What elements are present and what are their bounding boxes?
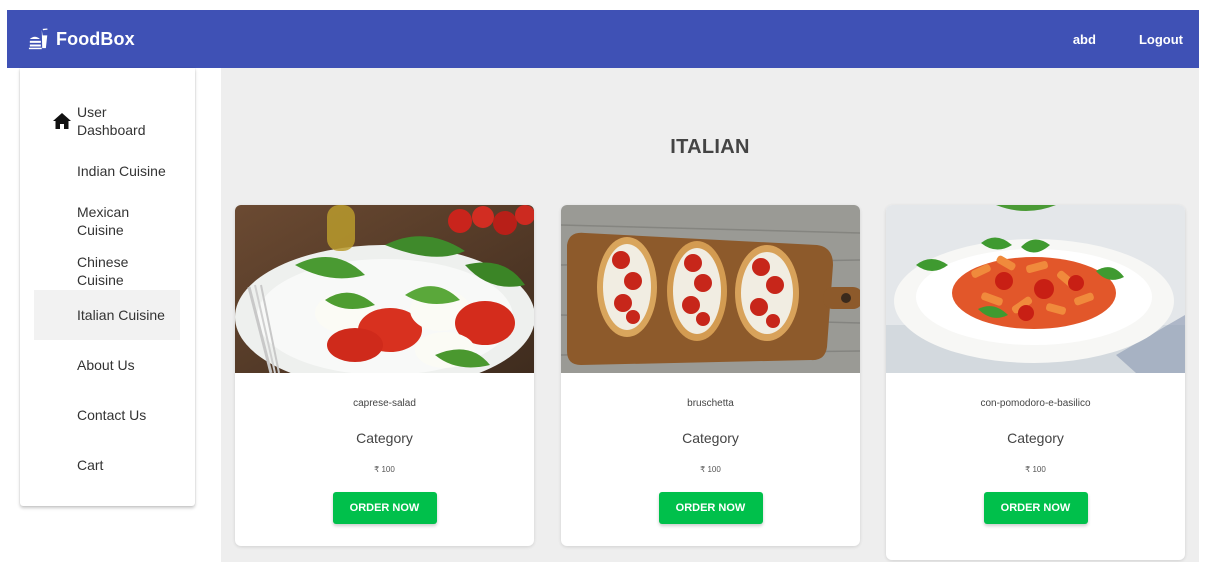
bruschetta-image [561, 205, 860, 373]
sidebar-item-label: User Dashboard [77, 104, 146, 138]
dish-name: con-pomodoro-e-basilico [980, 398, 1091, 409]
product-card: con-pomodoro-e-basilico Category ₹ 100 O… [886, 205, 1185, 560]
page-title: ITALIAN [670, 136, 750, 158]
order-now-button[interactable]: ORDER NOW [983, 492, 1088, 524]
brand-name: FoodBox [56, 28, 135, 49]
sidebar-item-user-dashboard[interactable]: User Dashboard [34, 96, 180, 146]
app-bar: FoodBox abd Logout [7, 10, 1199, 68]
sidebar-item-label: Cart [77, 457, 104, 473]
sidebar-item-label: Chinese Cuisine [77, 254, 129, 288]
sidebar-item-label: Indian Cuisine [77, 163, 166, 179]
sidebar-item-cart[interactable]: Cart [34, 440, 180, 490]
dish-category: Category [1007, 430, 1064, 446]
sidebar-item-label: Contact Us [77, 407, 147, 423]
sidebar-item-mexican-cuisine[interactable]: Mexican Cuisine [34, 196, 180, 246]
dish-price: ₹ 100 [700, 465, 721, 474]
pasta-image [886, 205, 1185, 373]
dish-category: Category [356, 430, 413, 446]
logout-button[interactable]: Logout [1139, 32, 1183, 47]
home-icon [53, 113, 71, 129]
product-card: caprese-salad Category ₹ 100 ORDER NOW [235, 205, 534, 546]
sidebar-item-chinese-cuisine[interactable]: Chinese Cuisine [34, 246, 180, 296]
fastfood-icon [28, 28, 48, 50]
user-name-link[interactable]: abd [1073, 32, 1096, 47]
sidebar-item-about-us[interactable]: About Us [34, 340, 180, 390]
product-card: bruschetta Category ₹ 100 ORDER NOW [561, 205, 860, 546]
dish-price: ₹ 100 [374, 465, 395, 474]
order-now-button[interactable]: ORDER NOW [658, 492, 763, 524]
sidebar-item-label: Italian Cuisine [77, 307, 165, 323]
dish-name: bruschetta [687, 398, 734, 409]
sidebar-item-italian-cuisine[interactable]: Italian Cuisine [34, 290, 180, 340]
dish-category: Category [682, 430, 739, 446]
dish-name: caprese-salad [353, 398, 416, 409]
sidebar: User Dashboard Indian Cuisine Mexican Cu… [20, 68, 195, 506]
brand[interactable]: FoodBox [28, 28, 135, 50]
sidebar-item-label: Mexican Cuisine [77, 204, 130, 238]
sidebar-item-contact-us[interactable]: Contact Us [34, 390, 180, 440]
caprese-salad-image [235, 205, 534, 373]
dish-price: ₹ 100 [1025, 465, 1046, 474]
order-now-button[interactable]: ORDER NOW [332, 492, 437, 524]
sidebar-item-indian-cuisine[interactable]: Indian Cuisine [34, 146, 180, 196]
main-content: ITALIAN caprese-salad Category ₹ 100 ORD… [221, 68, 1199, 562]
sidebar-item-label: About Us [77, 357, 135, 373]
